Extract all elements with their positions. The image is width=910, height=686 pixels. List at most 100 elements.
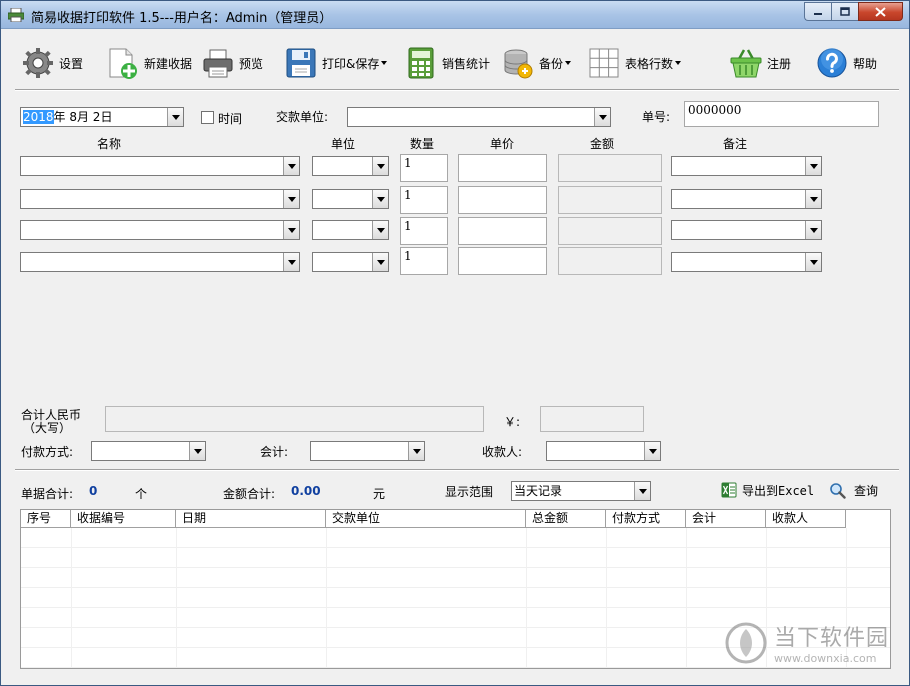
item-name-select[interactable]	[20, 156, 300, 176]
chevron-down-icon[interactable]	[372, 221, 388, 239]
item-name-select[interactable]	[20, 252, 300, 272]
date-picker[interactable]: 2018年 8月 2日	[20, 107, 184, 127]
print-save-button[interactable]: 打印&保存	[284, 45, 388, 81]
order-no-label: 单号:	[642, 110, 671, 124]
table-rows-button[interactable]: 表格行数	[587, 45, 682, 81]
item-note-select[interactable]	[671, 252, 822, 272]
item-qty-field[interactable]: 1	[400, 154, 448, 182]
sales-stats-button[interactable]: 销售统计	[404, 45, 490, 81]
item-price-field[interactable]	[458, 154, 547, 182]
item-unit-select[interactable]	[312, 189, 389, 209]
chevron-down-icon[interactable]	[408, 442, 424, 460]
item-note-select[interactable]	[671, 189, 822, 209]
close-icon	[875, 6, 886, 17]
item-price-field[interactable]	[458, 247, 547, 275]
title-bar[interactable]: 简易收据打印软件 1.5---用户名：Admin（管理员）	[1, 1, 909, 29]
chevron-down-icon[interactable]	[283, 190, 299, 208]
watermark-site-name: 当下软件园	[773, 626, 889, 651]
item-name-select[interactable]	[20, 220, 300, 240]
preview-button[interactable]: 预览	[201, 45, 263, 81]
records-col-accountant[interactable]: 会计	[686, 510, 766, 528]
amount-total-unit: 元	[373, 487, 386, 501]
chevron-down-icon[interactable]	[634, 482, 650, 500]
accountant-label: 会计:	[260, 445, 289, 459]
item-qty-field[interactable]: 1	[400, 186, 448, 214]
chevron-down-icon[interactable]	[644, 442, 660, 460]
col-unit-header: 单位	[331, 137, 356, 151]
column-gridline	[606, 528, 607, 668]
col-amount-header: 金额	[590, 137, 615, 151]
watermark-url: www.downxia.com	[773, 652, 877, 665]
query-button[interactable]: 查询	[829, 481, 878, 499]
time-checkbox[interactable]	[201, 111, 214, 124]
item-qty-field[interactable]: 1	[400, 247, 448, 275]
chevron-down-icon[interactable]	[372, 253, 388, 271]
chevron-down-icon[interactable]	[283, 253, 299, 271]
party-select[interactable]	[347, 107, 611, 127]
window-controls	[804, 2, 903, 21]
range-select[interactable]: 当天记录	[511, 481, 651, 501]
excel-icon	[721, 482, 737, 498]
new-receipt-button[interactable]: 新建收据	[106, 45, 192, 81]
item-unit-select[interactable]	[312, 156, 389, 176]
item-name-select[interactable]	[20, 189, 300, 209]
date-rest: 年 8月 2日	[53, 110, 113, 124]
chevron-down-icon[interactable]	[805, 157, 821, 175]
database-backup-icon	[504, 49, 533, 79]
item-price-field[interactable]	[458, 186, 547, 214]
col-name-header: 名称	[97, 137, 122, 151]
amount-total-value: 0.00	[291, 484, 321, 498]
table-row	[21, 588, 890, 608]
records-col-party[interactable]: 交款单位	[326, 510, 526, 528]
column-gridline	[71, 528, 72, 668]
chevron-down-icon[interactable]	[167, 108, 183, 126]
maximize-button[interactable]	[831, 2, 858, 21]
item-price-field[interactable]	[458, 217, 547, 245]
order-no-field[interactable]: 0000000	[684, 101, 879, 127]
export-excel-button[interactable]: 导出到Excel	[721, 481, 814, 499]
maximize-icon	[840, 7, 850, 16]
item-note-select[interactable]	[671, 220, 822, 240]
records-col-payee[interactable]: 收款人	[766, 510, 846, 528]
time-label: 时间	[218, 112, 243, 126]
item-amount-field	[558, 186, 662, 214]
minimize-button[interactable]	[804, 2, 831, 21]
help-label: 帮助	[853, 56, 878, 71]
chevron-down-icon[interactable]	[594, 108, 610, 126]
printer-icon	[203, 49, 233, 78]
chevron-down-icon[interactable]	[372, 190, 388, 208]
close-button[interactable]	[858, 2, 903, 21]
chevron-down-icon[interactable]	[805, 221, 821, 239]
records-col-date[interactable]: 日期	[176, 510, 326, 528]
rmb-uppercase-field	[105, 406, 484, 432]
new-document-icon	[109, 48, 137, 79]
records-col-index[interactable]: 序号	[21, 510, 71, 528]
save-disk-icon	[286, 48, 316, 78]
chevron-down-icon[interactable]	[805, 253, 821, 271]
item-amount-field	[558, 154, 662, 182]
accountant-select[interactable]	[310, 441, 425, 461]
chevron-down-icon[interactable]	[283, 157, 299, 175]
records-col-receipt-no[interactable]: 收据编号	[71, 510, 176, 528]
item-unit-select[interactable]	[312, 220, 389, 240]
records-col-total[interactable]: 总金额	[526, 510, 606, 528]
backup-button[interactable]: 备份	[501, 45, 572, 81]
records-col-pay-method[interactable]: 付款方式	[606, 510, 686, 528]
chevron-down-icon[interactable]	[805, 190, 821, 208]
table-row	[21, 568, 890, 588]
chevron-down-icon[interactable]	[283, 221, 299, 239]
item-unit-select[interactable]	[312, 252, 389, 272]
register-button[interactable]: 注册	[729, 45, 791, 81]
pay-method-select[interactable]	[91, 441, 206, 461]
chevron-down-icon[interactable]	[372, 157, 388, 175]
payee-select[interactable]	[546, 441, 661, 461]
table-rows-label: 表格行数	[625, 56, 674, 71]
help-button[interactable]: 帮助	[815, 45, 877, 81]
settings-button[interactable]: 设置	[21, 45, 83, 81]
item-note-select[interactable]	[671, 156, 822, 176]
records-header: 序号 收据编号 日期 交款单位 总金额 付款方式 会计 收款人	[21, 510, 846, 528]
yen-total-field	[540, 406, 644, 432]
col-price-header: 单价	[490, 137, 515, 151]
chevron-down-icon[interactable]	[189, 442, 205, 460]
item-qty-field[interactable]: 1	[400, 217, 448, 245]
